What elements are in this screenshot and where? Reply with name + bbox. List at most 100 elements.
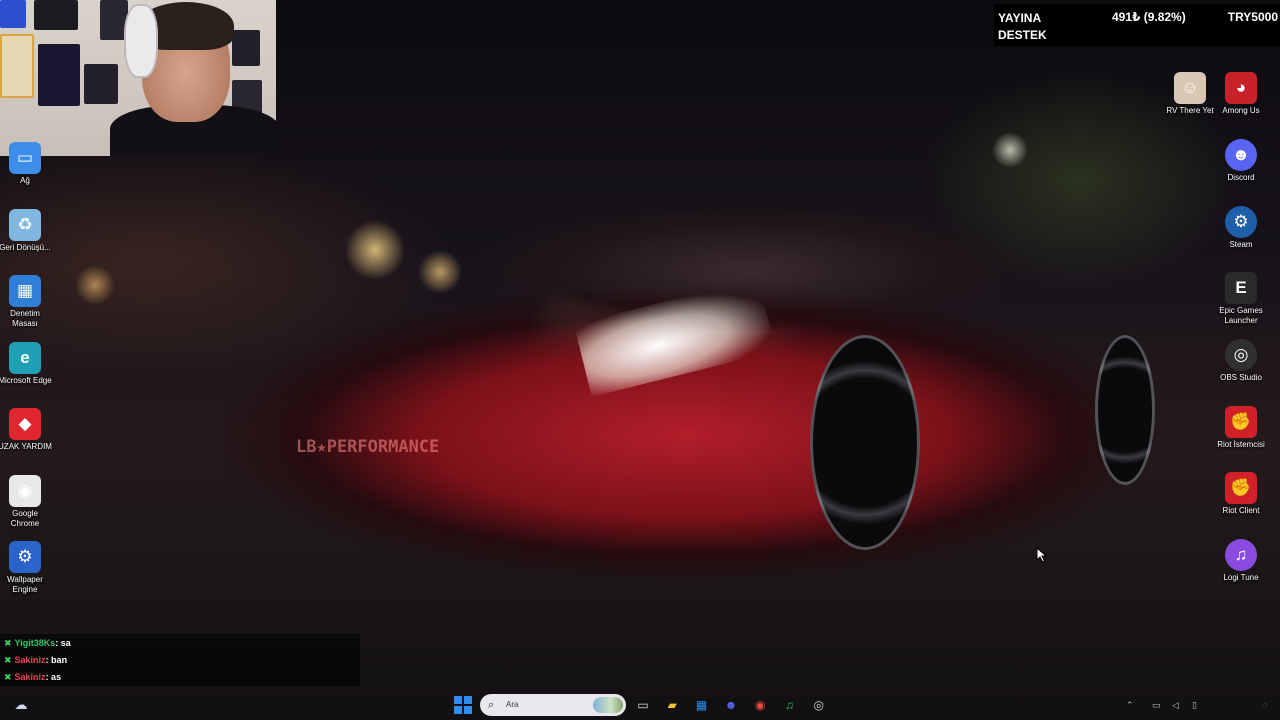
- obs-studio-icon: ◎: [1225, 339, 1257, 371]
- wall-poster: [232, 30, 260, 66]
- wallpaper-car-front-wheel: [810, 335, 920, 550]
- chat-text: : sa: [55, 638, 71, 648]
- desktop-shortcut-label: Riot İstemcisi: [1217, 440, 1265, 449]
- desktop-shortcut-label: OBS Studio: [1220, 373, 1262, 382]
- tray-network-icon[interactable]: ▭: [1152, 696, 1161, 714]
- donation-amount: 491₺ (9.82%): [1112, 10, 1186, 24]
- donation-label: YAYINA DESTEK: [998, 10, 1047, 44]
- desktop-shortcut-label: Riot Client: [1222, 506, 1260, 515]
- chat-message: ✖ Sakiniz: ban: [4, 651, 67, 669]
- windows-logo-icon: [464, 706, 472, 714]
- task-view-icon[interactable]: ▭: [634, 696, 652, 714]
- chat-username: Sakiniz: [14, 655, 46, 665]
- search-icon: ⌕: [488, 699, 495, 711]
- desktop-shortcut[interactable]: ☺ RV There Yet: [1163, 72, 1217, 116]
- among-us-icon: ◕: [1225, 72, 1257, 104]
- wall-poster: [38, 44, 80, 106]
- webcam-overlay: [0, 0, 276, 156]
- wallpaper-engine-icon: ⚙: [9, 541, 41, 573]
- desktop-shortcut[interactable]: ⚙ Wallpaper Engine: [0, 541, 52, 595]
- windows-logo-icon: [454, 706, 462, 714]
- obs-studio-icon[interactable]: ◎: [810, 696, 828, 714]
- stream-chat-overlay: ✖ Yigit38Ks: sa ✖ Sakiniz: ban ✖ Sakiniz: a…: [0, 634, 360, 686]
- spotify-icon[interactable]: ♫: [781, 696, 799, 714]
- donation-label-line-1: YAYINA: [998, 11, 1042, 25]
- wall-poster: [0, 34, 34, 98]
- chat-badge-icon: ✖: [4, 638, 12, 648]
- desktop-shortcut-label: UZAK YARDIM: [0, 442, 52, 451]
- desktop-shortcut[interactable]: ♻ Geri Dönüşü...: [0, 208, 52, 253]
- desktop-shortcut[interactable]: ⚙ Steam: [1214, 206, 1268, 250]
- desktop-shortcut-label: Among Us: [1222, 106, 1260, 115]
- chat-badge-icon: ✖: [4, 655, 12, 665]
- desktop-shortcut[interactable]: e Microsoft Edge: [0, 341, 52, 386]
- desktop-shortcut[interactable]: ◎ OBS Studio: [1214, 339, 1268, 383]
- desktop-shortcut-label: Logi Tune: [1223, 573, 1259, 582]
- chat-badge-icon: ✖: [4, 672, 12, 682]
- file-explorer-icon[interactable]: ▰: [663, 696, 681, 714]
- riot-client-icon: ✊: [1225, 472, 1257, 504]
- chrome-icon[interactable]: ◉: [751, 696, 769, 714]
- wall-poster: [84, 64, 118, 104]
- start-button[interactable]: [454, 696, 472, 714]
- search-highlight-image: [593, 697, 623, 713]
- desktop-shortcut-label: Denetim Masası: [10, 309, 40, 328]
- headphones: [124, 4, 158, 78]
- desktop-shortcut-label: Microsoft Edge: [0, 375, 52, 385]
- chat-text: : as: [45, 672, 62, 682]
- rv-there-yet-icon: ☺: [1174, 72, 1206, 104]
- desktop-shortcut[interactable]: ◕ Among Us: [1214, 72, 1268, 116]
- desktop-shortcut-label: Epic Games Launcher: [1219, 306, 1263, 325]
- mouse-cursor-icon: [1036, 547, 1048, 563]
- taskbar: ☁ ⌕ Ara ▭ ▰ ▦ ☻ ◉ ♫ ◎ ⌃ ▭ ◁ ▯ ◌: [0, 690, 1280, 720]
- desktop-shortcut[interactable]: ▭ Ağ: [0, 142, 52, 186]
- edge-icon: e: [9, 341, 41, 374]
- wallpaper-car-rear-wheel: [1095, 335, 1155, 485]
- taskbar-search-box[interactable]: ⌕ Ara: [480, 694, 626, 716]
- desktop-shortcut-label: Google Chrome: [10, 508, 40, 528]
- epic-games-icon: E: [1225, 272, 1257, 304]
- discord-icon[interactable]: ☻: [722, 696, 740, 714]
- desktop-shortcut-label: Wallpaper Engine: [7, 575, 43, 594]
- microsoft-store-icon[interactable]: ▦: [693, 696, 711, 714]
- chat-message: ✖ Sakiniz: as: [4, 668, 61, 686]
- tray-speaker-icon[interactable]: ◁: [1172, 696, 1179, 714]
- desktop-shortcut[interactable]: ✊ Riot İstemcisi: [1214, 406, 1268, 450]
- search-placeholder: Ara: [506, 700, 519, 709]
- donation-goal-widget: YAYINA DESTEK 491₺ (9.82%) TRY5000: [994, 4, 1280, 46]
- desktop-shortcut[interactable]: E Epic Games Launcher: [1214, 272, 1268, 326]
- anydesk-icon: ◆: [9, 408, 41, 440]
- desktop-shortcut-label: Discord: [1227, 173, 1255, 182]
- discord-icon: ☻: [1225, 139, 1257, 171]
- wallpaper-car-lettering: LB★PERFORMANCE: [296, 437, 440, 457]
- desktop-shortcut[interactable]: ◉ Google Chrome: [0, 474, 52, 529]
- wall-poster: [0, 0, 26, 28]
- chat-username: Yigit38Ks: [14, 638, 56, 648]
- weather-widget-icon[interactable]: ☁: [12, 696, 30, 714]
- windows-logo-icon: [464, 696, 472, 704]
- desktop-shortcut-label: RV There Yet: [1166, 106, 1214, 115]
- chat-username: Sakiniz: [14, 672, 46, 682]
- desktop-shortcut-label: Ağ: [20, 176, 30, 185]
- chrome-icon: ◉: [9, 474, 41, 507]
- riot-client-icon: ✊: [1225, 406, 1257, 438]
- desktop-shortcut[interactable]: ✊ Riot Client: [1214, 472, 1268, 516]
- chat-text: : ban: [45, 655, 68, 665]
- recycle-bin-icon: ♻: [9, 208, 41, 241]
- tray-battery-icon[interactable]: ▯: [1192, 696, 1197, 714]
- wall-poster: [34, 0, 78, 30]
- notification-bell-icon[interactable]: ◌: [1262, 696, 1267, 714]
- windows-logo-icon: [454, 696, 462, 704]
- tray-overflow-chevron-icon[interactable]: ⌃: [1126, 696, 1134, 714]
- desktop-shortcut[interactable]: ▦ Denetim Masası: [0, 275, 52, 329]
- desktop-shortcut-label: Steam: [1229, 240, 1253, 249]
- desktop-shortcut[interactable]: ♫ Logi Tune: [1214, 539, 1268, 583]
- donation-label-line-2: DESTEK: [998, 28, 1047, 42]
- logi-tune-icon: ♫: [1225, 539, 1257, 571]
- control-panel-icon: ▦: [9, 275, 41, 307]
- desktop-shortcut[interactable]: ☻ Discord: [1214, 139, 1268, 183]
- donation-goal: TRY5000: [1227, 10, 1278, 24]
- network-icon: ▭: [9, 142, 41, 174]
- desktop-shortcut[interactable]: ◆ UZAK YARDIM: [0, 408, 52, 452]
- chat-message: ✖ Yigit38Ks: sa: [4, 634, 71, 652]
